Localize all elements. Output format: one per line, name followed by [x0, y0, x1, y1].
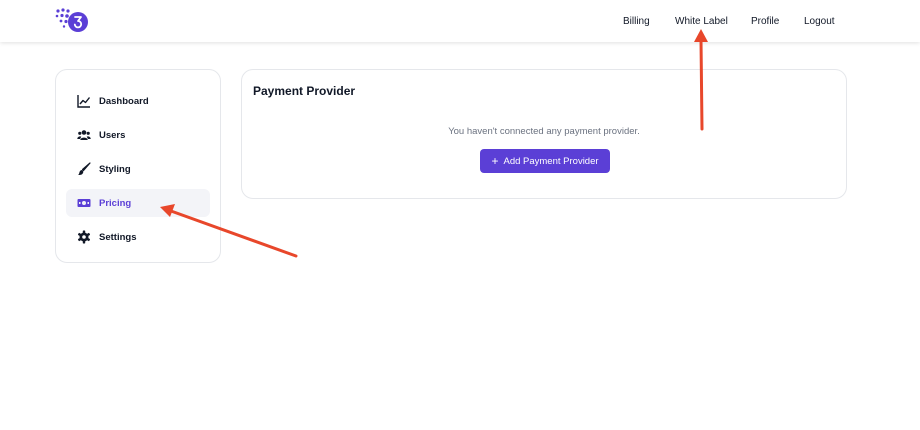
add-button-label: Add Payment Provider — [503, 155, 599, 167]
chart-line-icon — [77, 94, 91, 108]
sidebar-item-label: Styling — [99, 163, 131, 175]
app-logo[interactable] — [54, 7, 90, 35]
sidebar-item-pricing[interactable]: Pricing — [66, 189, 210, 217]
nav-logout-link[interactable]: Logout — [804, 16, 835, 27]
nav-billing-link[interactable]: Billing — [623, 16, 650, 27]
sidebar-item-label: Settings — [99, 231, 137, 243]
sidebar: Dashboard Users Styling Pricing Settings — [55, 69, 221, 263]
sidebar-item-settings[interactable]: Settings — [66, 223, 210, 251]
gear-icon — [77, 230, 91, 244]
nav-white-label-link[interactable]: White Label — [675, 16, 728, 27]
sidebar-item-label: Dashboard — [99, 95, 149, 107]
plus-icon: + — [491, 154, 499, 168]
add-payment-provider-button[interactable]: + Add Payment Provider — [480, 149, 610, 173]
panel-title: Payment Provider — [253, 84, 356, 98]
sidebar-item-dashboard[interactable]: Dashboard — [66, 87, 210, 115]
top-navbar: Billing White Label Profile Logout — [0, 0, 920, 42]
nav-profile-link[interactable]: Profile — [751, 16, 779, 27]
payment-provider-panel: Payment Provider You haven't connected a… — [241, 69, 847, 199]
sidebar-item-label: Users — [99, 129, 126, 141]
paintbrush-icon — [77, 162, 91, 176]
sidebar-item-users[interactable]: Users — [66, 121, 210, 149]
empty-state-message: You haven't connected any payment provid… — [448, 126, 640, 137]
money-bill-icon — [77, 196, 91, 210]
sidebar-item-label: Pricing — [99, 197, 132, 209]
sidebar-item-styling[interactable]: Styling — [66, 155, 210, 183]
users-icon — [77, 128, 91, 142]
